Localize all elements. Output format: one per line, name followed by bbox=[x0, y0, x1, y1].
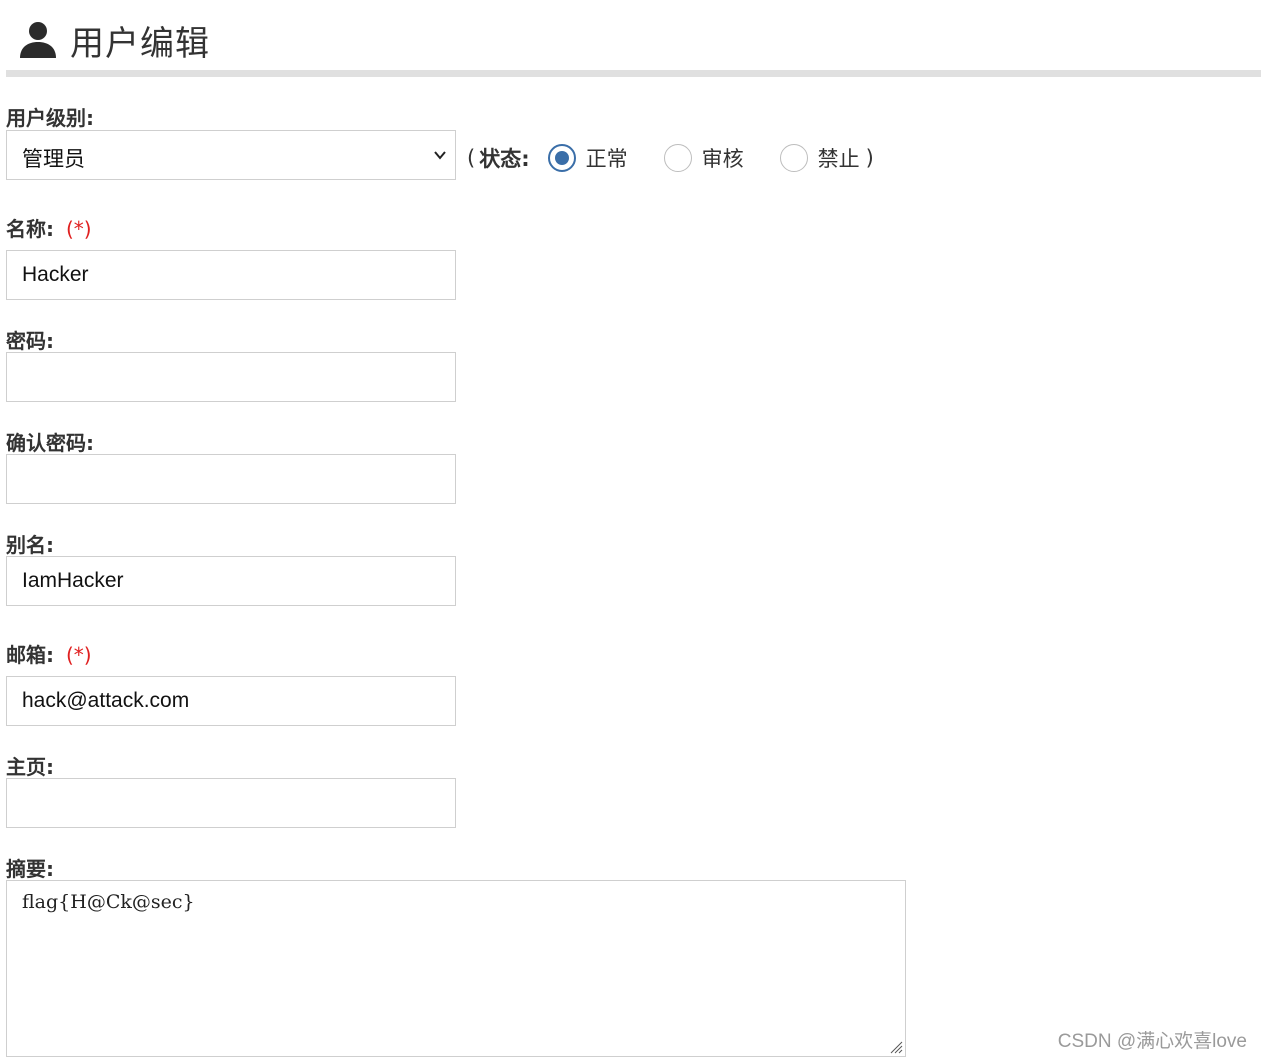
confirm-password-input[interactable] bbox=[7, 455, 455, 503]
status-radio-normal[interactable] bbox=[547, 144, 576, 172]
user-icon bbox=[20, 22, 56, 58]
status-group: ( 状态: 正常 审核 禁止 ) bbox=[467, 141, 878, 175]
homepage-label: 主页: bbox=[6, 755, 54, 779]
homepage-field[interactable] bbox=[6, 778, 456, 828]
page-header: 用户编辑 bbox=[18, 14, 210, 66]
summary-textarea[interactable]: flag{H@Ck@sec} bbox=[6, 880, 906, 1057]
status-option-label: 审核 bbox=[701, 147, 744, 171]
name-input[interactable] bbox=[7, 251, 455, 299]
status-label: 状态: bbox=[479, 147, 530, 171]
level-select[interactable]: 管理员 bbox=[6, 130, 456, 180]
level-label: 用户级别: bbox=[6, 106, 94, 130]
watermark: CSDN @满心欢喜love bbox=[1057, 1031, 1247, 1052]
name-label-text: 名称: bbox=[6, 217, 54, 241]
summary-text: flag{H@Ck@sec} bbox=[22, 891, 195, 913]
status-option-label: 禁止 bbox=[817, 147, 860, 171]
summary-label: 摘要: bbox=[6, 857, 54, 881]
status-radio-review[interactable] bbox=[663, 144, 692, 172]
email-input[interactable] bbox=[7, 677, 455, 725]
status-open-paren: ( bbox=[467, 146, 476, 170]
confirm-password-label: 确认密码: bbox=[6, 431, 94, 455]
required-marker: (*) bbox=[66, 217, 92, 241]
resize-grip-icon[interactable] bbox=[889, 1040, 903, 1054]
confirm-password-field[interactable] bbox=[6, 454, 456, 504]
page-title: 用户编辑 bbox=[70, 23, 210, 64]
name-field[interactable] bbox=[6, 250, 456, 300]
email-field[interactable] bbox=[6, 676, 456, 726]
password-label: 密码: bbox=[6, 329, 54, 353]
alias-field[interactable] bbox=[6, 556, 456, 606]
level-select-value: 管理员 bbox=[22, 147, 85, 171]
status-close-paren: ) bbox=[865, 146, 874, 170]
email-label-text: 邮箱: bbox=[6, 643, 54, 667]
status-option-banned[interactable]: 禁止 bbox=[779, 143, 860, 173]
status-radio-banned[interactable] bbox=[779, 144, 808, 172]
email-label: 邮箱: (*) bbox=[6, 639, 92, 668]
header-divider bbox=[6, 70, 1261, 77]
password-input[interactable] bbox=[7, 353, 455, 401]
homepage-input[interactable] bbox=[7, 779, 455, 827]
alias-input[interactable] bbox=[7, 557, 455, 605]
status-option-review[interactable]: 审核 bbox=[663, 143, 744, 173]
name-label: 名称: (*) bbox=[6, 213, 92, 242]
chevron-down-icon bbox=[434, 151, 446, 160]
alias-label: 别名: bbox=[6, 533, 54, 557]
status-option-label: 正常 bbox=[585, 147, 628, 171]
password-field[interactable] bbox=[6, 352, 456, 402]
status-option-normal[interactable]: 正常 bbox=[547, 143, 628, 173]
required-marker: (*) bbox=[66, 643, 92, 667]
